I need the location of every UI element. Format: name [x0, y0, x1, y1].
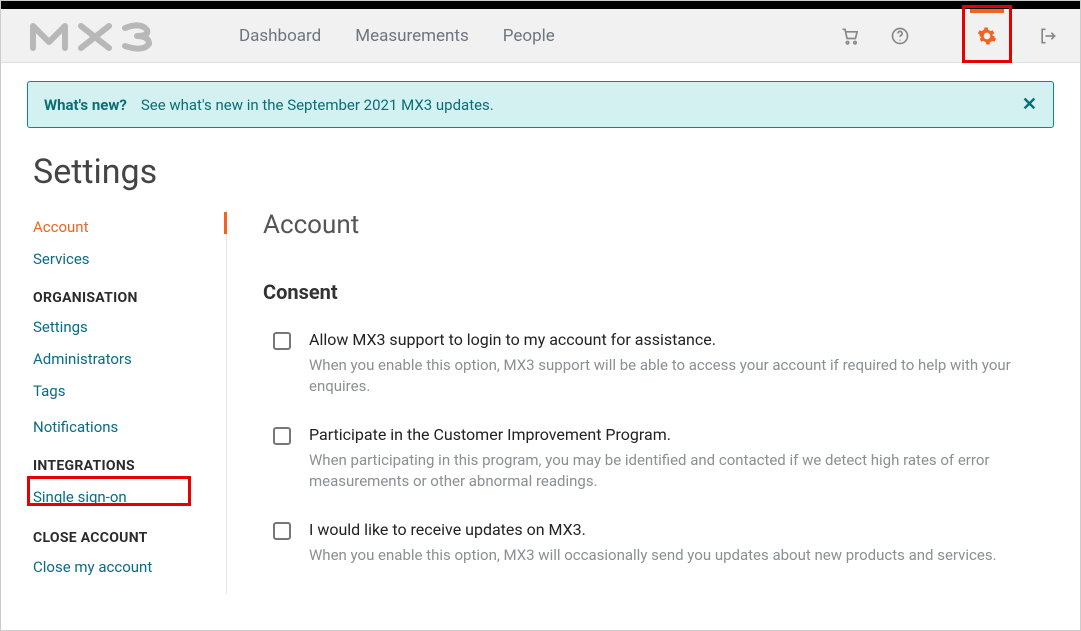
checkbox[interactable]: [273, 522, 291, 540]
banner-label: What's new?: [44, 96, 127, 114]
consent-item: Allow MX3 support to login to my account…: [273, 330, 1054, 397]
sidebar-item-sso-wrap: Single sign-on: [33, 482, 133, 512]
page-title: Settings: [33, 152, 1080, 192]
sidebar-item-close-account[interactable]: Close my account: [33, 554, 216, 580]
help-icon[interactable]: [888, 24, 912, 48]
checkbox[interactable]: [273, 427, 291, 445]
sidebar-item-services[interactable]: Services: [33, 246, 216, 272]
gear-icon: [975, 24, 999, 48]
sidebar-section-close: CLOSE ACCOUNT: [33, 530, 216, 546]
cart-icon[interactable]: [838, 24, 862, 48]
main-nav: Dashboard Measurements People: [239, 26, 555, 46]
whats-new-banner: What's new? See what's new in the Septem…: [27, 81, 1054, 128]
sidebar-item-tags[interactable]: Tags: [33, 378, 216, 404]
settings-sidebar: Account Services ORGANISATION Settings A…: [33, 210, 227, 594]
consent-title: Allow MX3 support to login to my account…: [309, 330, 1054, 349]
consent-desc: When you enable this option, MX3 support…: [309, 355, 1054, 397]
active-indicator: [970, 9, 1004, 13]
sidebar-item-administrators[interactable]: Administrators: [33, 346, 216, 372]
topbar-right: [838, 9, 1060, 63]
consent-title: Participate in the Customer Improvement …: [309, 425, 1054, 444]
nav-people[interactable]: People: [503, 26, 555, 46]
settings-button[interactable]: [964, 9, 1010, 63]
main-panel: Account Consent Allow MX3 support to log…: [227, 210, 1054, 594]
sidebar-item-notifications[interactable]: Notifications: [33, 414, 216, 440]
topbar: Dashboard Measurements People: [1, 9, 1080, 63]
banner-text: See what's new in the September 2021 MX3…: [141, 96, 494, 114]
consent-title: I would like to receive updates on MX3.: [309, 520, 997, 539]
sidebar-item-account[interactable]: Account: [33, 214, 216, 240]
consent-item: Participate in the Customer Improvement …: [273, 425, 1054, 492]
nav-dashboard[interactable]: Dashboard: [239, 26, 321, 46]
checkbox[interactable]: [273, 332, 291, 350]
logout-icon[interactable]: [1036, 24, 1060, 48]
consent-desc: When participating in this program, you …: [309, 450, 1054, 492]
logo-mx3[interactable]: [29, 9, 199, 62]
consent-heading: Consent: [263, 280, 1054, 304]
sidebar-item-sso[interactable]: Single sign-on: [33, 484, 127, 510]
close-icon[interactable]: ✕: [1022, 94, 1037, 115]
consent-item: I would like to receive updates on MX3. …: [273, 520, 1054, 566]
consent-list: Allow MX3 support to login to my account…: [263, 330, 1054, 566]
sidebar-item-settings[interactable]: Settings: [33, 314, 216, 340]
consent-desc: When you enable this option, MX3 will oc…: [309, 545, 997, 566]
nav-measurements[interactable]: Measurements: [355, 26, 469, 46]
content: Account Services ORGANISATION Settings A…: [1, 210, 1080, 594]
main-heading: Account: [263, 210, 1054, 240]
sidebar-section-integrations: INTEGRATIONS: [33, 458, 216, 474]
sidebar-section-organisation: ORGANISATION: [33, 290, 216, 306]
